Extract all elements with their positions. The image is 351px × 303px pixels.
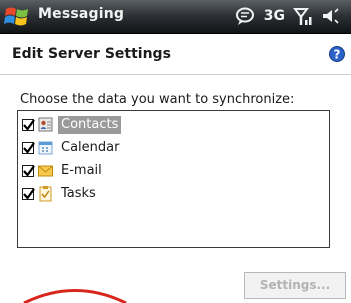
annotation-circle (23, 289, 127, 303)
contacts-icon (38, 117, 53, 132)
sync-item-list[interactable]: Contacts Calendar E-mail Tasks (17, 110, 330, 248)
status-icons: 3G (234, 5, 341, 27)
email-checkbox[interactable] (22, 164, 35, 177)
checkmark-icon (23, 164, 35, 177)
contacts-checkbox[interactable] (22, 118, 35, 131)
help-icon[interactable]: ? (329, 46, 345, 62)
checkmark-icon (23, 118, 35, 131)
page-header: Edit Server Settings ? (0, 34, 351, 75)
list-item-tasks[interactable]: Tasks (18, 182, 329, 205)
list-item-contacts[interactable]: Contacts (18, 113, 329, 136)
settings-button[interactable]: Settings... (244, 272, 346, 299)
contacts-label: Contacts (58, 115, 122, 134)
tasks-checkbox[interactable] (22, 187, 35, 200)
volume-icon[interactable] (321, 6, 341, 26)
windows-start-icon[interactable] (4, 4, 30, 29)
calendar-label: Calendar (61, 139, 120, 155)
network-type-label: 3G (263, 8, 285, 24)
sync-prompt: Choose the data you want to synchronize: (20, 92, 295, 107)
calendar-checkbox[interactable] (22, 141, 35, 154)
svg-text:?: ? (334, 48, 341, 62)
tasks-icon (39, 186, 52, 202)
checkmark-icon (23, 141, 35, 154)
list-item-email[interactable]: E-mail (18, 159, 329, 182)
title-bar: Messaging 3G (0, 0, 351, 34)
signal-strength-icon[interactable] (293, 6, 313, 26)
checkmark-icon (23, 187, 35, 200)
list-item-calendar[interactable]: Calendar (18, 136, 329, 159)
email-label: E-mail (61, 162, 102, 178)
page-title: Edit Server Settings (12, 46, 171, 62)
app-title: Messaging (38, 6, 125, 22)
tasks-label: Tasks (61, 185, 96, 201)
message-notification-icon[interactable] (234, 6, 256, 26)
email-icon (38, 165, 53, 177)
calendar-icon (38, 141, 53, 155)
